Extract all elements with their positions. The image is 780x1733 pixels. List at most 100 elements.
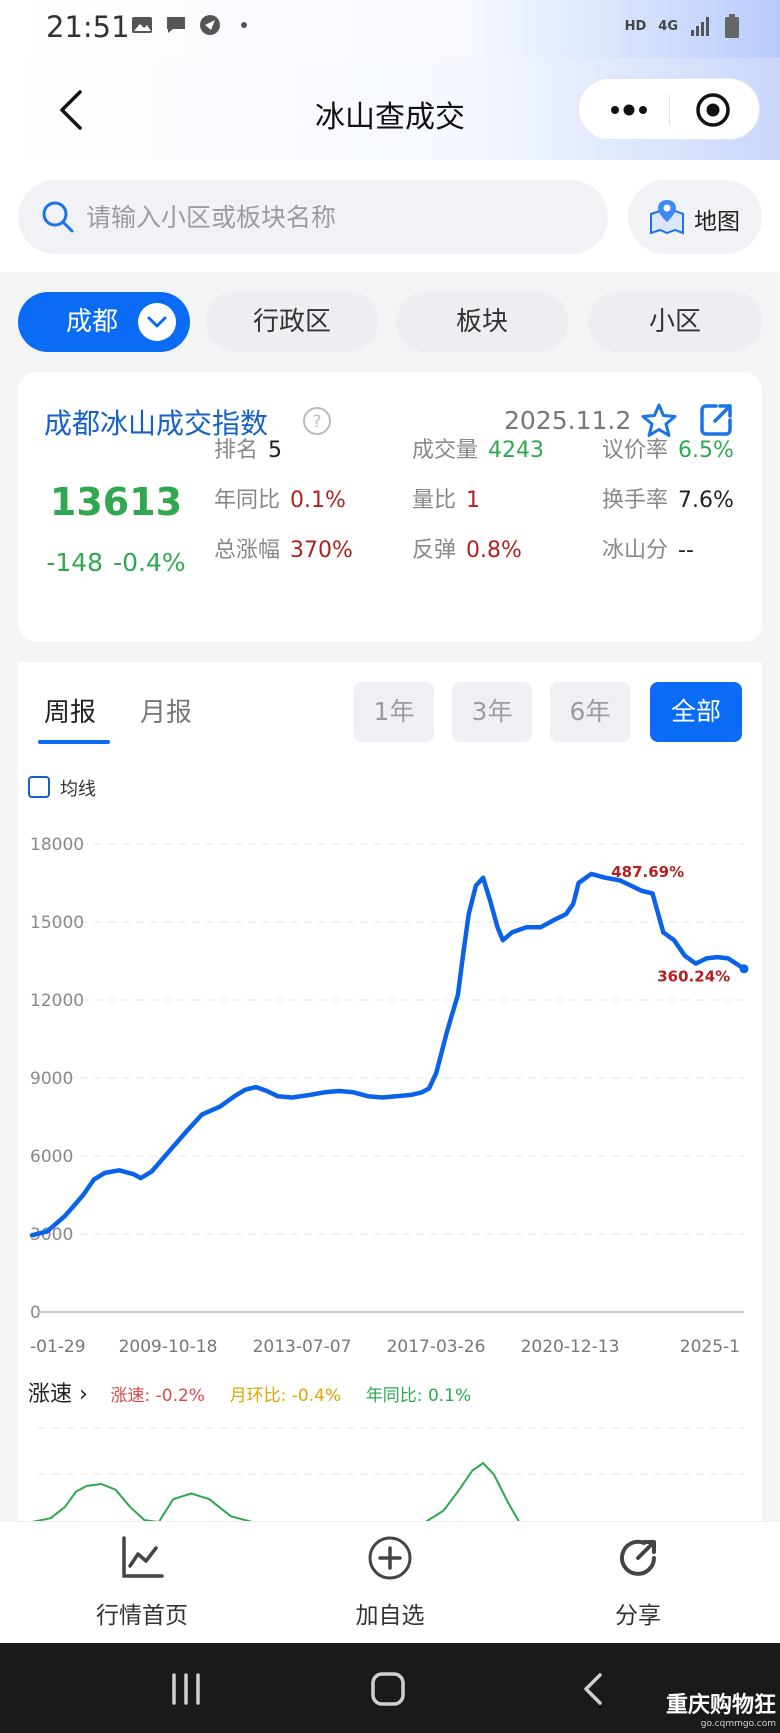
x-tick-label: 2025-1 — [680, 1337, 740, 1357]
navigation-bar: 冰山查成交 — [0, 58, 780, 160]
add-circle-icon — [368, 1536, 412, 1580]
nav-share-label: 分享 — [615, 1603, 661, 1629]
y-tick-label: 12000 — [30, 991, 84, 1011]
data-point — [468, 913, 470, 915]
metric-rebound: 反弹 0.8% — [412, 538, 522, 563]
data-point — [662, 931, 664, 933]
x-tick-label: -01-29 — [30, 1337, 86, 1357]
data-point — [323, 1091, 326, 1093]
data-point — [352, 1091, 355, 1093]
data-point — [291, 1096, 293, 1099]
data-point — [578, 882, 580, 884]
range-all-button[interactable]: 全部 — [650, 682, 742, 742]
close-mini-program-icon[interactable] — [695, 92, 731, 128]
data-point — [590, 873, 592, 875]
tab-block[interactable]: 板块 — [396, 292, 568, 352]
data-point — [151, 1171, 153, 1173]
mini-program-capsule — [578, 78, 760, 140]
data-point — [673, 939, 675, 941]
gallery-icon — [132, 17, 152, 33]
map-icon — [650, 200, 684, 235]
speed-summary: 涨速 › 涨速: -0.2% 月环比: -0.4% 年同比: 0.1% — [28, 1376, 489, 1408]
message-icon — [167, 17, 185, 33]
data-point — [133, 1173, 135, 1175]
map-button[interactable]: 地图 — [628, 180, 762, 254]
x-tick-label: 2020-12-13 — [521, 1337, 620, 1357]
index-value: 13613 — [49, 480, 183, 524]
index-change-value: -148 — [46, 548, 104, 577]
search-input[interactable] — [86, 194, 586, 240]
data-point — [421, 1091, 423, 1093]
search-box[interactable] — [18, 180, 608, 254]
data-point — [457, 994, 459, 996]
data-point — [727, 957, 729, 959]
data-point — [565, 913, 567, 915]
metric-rank: 排名 5 — [214, 438, 283, 463]
index-summary-card: 成都冰山成交指数 ? 2025.11.2 13613 -148 -0.4% 排名 5… — [18, 372, 762, 642]
filter-tabs: 成都 行政区 板块 小区 — [0, 272, 780, 362]
annotation-label: 360.24% — [657, 968, 730, 986]
home-icon[interactable] — [366, 1667, 410, 1711]
speed-line-chart — [31, 1427, 744, 1522]
y-tick-label: 9000 — [30, 1069, 73, 1089]
tab-monthly[interactable]: 月报 — [140, 692, 192, 729]
metric-yoy: 年同比 0.1% — [214, 488, 346, 513]
nav-market-home[interactable]: 行情首页 — [42, 1522, 242, 1644]
y-tick-label: 15000 — [30, 913, 84, 933]
index-date: 2025.11.2 — [504, 406, 632, 435]
tab-community[interactable]: 小区 — [588, 292, 762, 352]
more-options-icon[interactable] — [607, 97, 651, 123]
annotation-label: 487.69% — [611, 863, 684, 881]
nav-market-home-label: 行情首页 — [96, 1603, 188, 1629]
data-point — [367, 1095, 369, 1097]
data-point — [187, 1129, 189, 1131]
help-icon[interactable]: ? — [302, 406, 332, 436]
x-tick-label: 2017-03-26 — [387, 1337, 486, 1357]
range-1y-button[interactable]: 1年 — [354, 682, 434, 742]
status-right: HD 4G — [625, 14, 740, 38]
moving-average-checkbox[interactable] — [28, 776, 50, 798]
tab-district[interactable]: 行政区 — [206, 292, 378, 352]
index-line-chart: 1800015000120009000600030000-01-29 2009-1… — [29, 835, 749, 1357]
y-tick-label: 6000 — [30, 1147, 73, 1167]
data-point — [554, 918, 556, 920]
y-tick-label: 18000 — [30, 835, 84, 855]
data-point — [462, 952, 464, 954]
data-point — [233, 1095, 236, 1097]
data-point — [540, 926, 542, 928]
data-point — [641, 890, 643, 892]
data-point — [266, 1090, 268, 1092]
x-tick-label: 2013-07-07 — [253, 1337, 352, 1357]
tab-weekly[interactable]: 周报 — [44, 692, 96, 729]
nav-share[interactable]: 分享 — [538, 1522, 738, 1644]
data-point — [396, 1095, 398, 1097]
data-point — [705, 957, 708, 959]
nav-add-watchlist-label: 加自选 — [355, 1603, 425, 1629]
range-3y-button[interactable]: 3年 — [452, 682, 532, 742]
system-navigation-bar: 重庆购物狂 go.cqmmgo.com — [0, 1643, 780, 1733]
tab-city[interactable]: 成都 — [18, 292, 190, 352]
recent-apps-icon[interactable] — [164, 1667, 208, 1711]
data-point — [82, 1194, 84, 1196]
status-bar: 21:51 HD 4G — [0, 0, 780, 58]
nav-add-watchlist[interactable]: 加自选 — [290, 1522, 490, 1644]
data-point — [381, 1096, 383, 1099]
capsule-divider — [669, 95, 670, 125]
chart-card: 周报 月报 1年 3年 6年 全部 均线 18000 15000 12000 9000… — [18, 662, 762, 1522]
data-point — [277, 1095, 279, 1097]
data-point — [31, 1234, 33, 1236]
search-section: 地图 — [0, 160, 780, 272]
range-6y-button[interactable]: 6年 — [550, 682, 630, 742]
app-notification-icon — [200, 15, 220, 35]
data-point — [572, 903, 574, 905]
data-point — [716, 956, 718, 958]
data-point — [169, 1150, 171, 1152]
data-point — [435, 1072, 437, 1074]
share-icon — [620, 1539, 656, 1576]
back-nav-icon[interactable] — [572, 1667, 616, 1711]
data-point — [489, 900, 491, 902]
speed-label[interactable]: 涨速 › — [28, 1382, 88, 1407]
data-point — [428, 1087, 430, 1089]
hd-indicator: HD — [624, 18, 647, 34]
data-point — [630, 885, 632, 887]
